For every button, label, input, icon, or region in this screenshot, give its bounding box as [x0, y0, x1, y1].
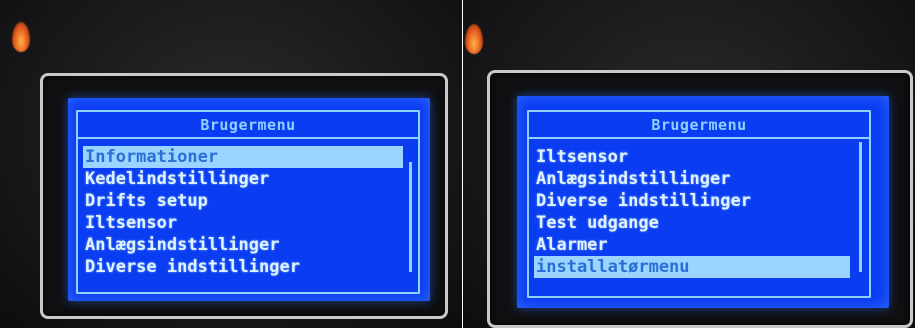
menu-item-alarmer[interactable]: Alarmer: [534, 234, 850, 256]
lcd-frame: Brugermenu Informationer Kedelindstillin…: [76, 110, 420, 294]
title-divider: [529, 137, 869, 139]
menu-list: Iltsensor Anlægsindstillinger Diverse in…: [534, 146, 850, 278]
menu-item-kedelindstillinger[interactable]: Kedelindstillinger: [83, 168, 403, 190]
menu-list: Informationer Kedelindstillinger Drifts …: [83, 146, 403, 278]
left-photo: Brugermenu Informationer Kedelindstillin…: [0, 0, 462, 328]
menu-item-iltsensor[interactable]: Iltsensor: [83, 212, 403, 234]
lcd-screen: Brugermenu Informationer Kedelindstillin…: [68, 98, 430, 301]
menu-item-test-udgange[interactable]: Test udgange: [534, 212, 850, 234]
menu-item-informationer[interactable]: Informationer: [83, 146, 403, 168]
menu-item-anlaegsindstillinger[interactable]: Anlægsindstillinger: [534, 168, 850, 190]
menu-item-anlaegsindstillinger[interactable]: Anlægsindstillinger: [83, 234, 403, 256]
flame-icon: [12, 22, 30, 52]
menu-item-diverse-indstillinger[interactable]: Diverse indstillinger: [534, 190, 850, 212]
menu-item-drifts-setup[interactable]: Drifts setup: [83, 190, 403, 212]
menu-item-installatoermenu[interactable]: installatørmenu: [534, 256, 850, 278]
title-divider: [78, 137, 418, 139]
menu-item-diverse-indstillinger[interactable]: Diverse indstillinger: [83, 256, 403, 278]
lcd-frame: Brugermenu Iltsensor Anlægsindstillinger…: [527, 110, 871, 298]
menu-title: Brugermenu: [200, 116, 296, 134]
scrollbar[interactable]: [859, 142, 862, 272]
scrollbar[interactable]: [409, 162, 412, 272]
lcd-screen: Brugermenu Iltsensor Anlægsindstillinger…: [517, 96, 889, 308]
menu-item-iltsensor[interactable]: Iltsensor: [534, 146, 850, 168]
right-photo: Brugermenu Iltsensor Anlægsindstillinger…: [463, 0, 915, 328]
flame-icon: [465, 24, 483, 54]
menu-title: Brugermenu: [651, 116, 747, 134]
